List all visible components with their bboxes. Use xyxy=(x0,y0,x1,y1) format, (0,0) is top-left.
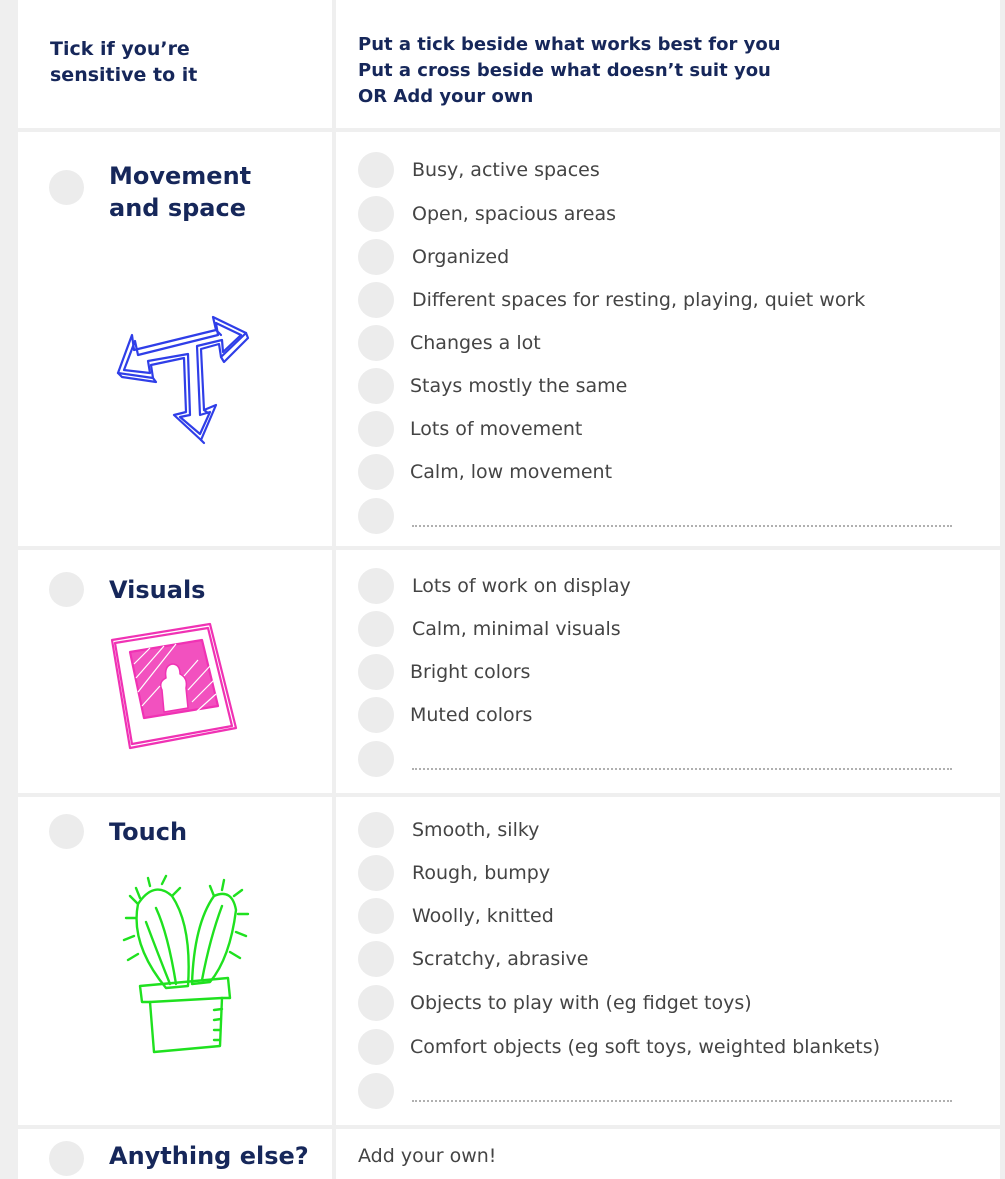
option-checkbox[interactable] xyxy=(358,239,394,275)
option-label: Busy, active spaces xyxy=(412,159,600,181)
column-divider xyxy=(332,0,336,1179)
option-label: Different spaces for resting, playing, q… xyxy=(412,289,866,311)
list-item: Calm, low movement xyxy=(358,454,988,490)
movement-title-line: and space xyxy=(109,194,246,222)
option-checkbox[interactable] xyxy=(358,411,394,447)
list-item: Different spaces for resting, playing, q… xyxy=(358,282,988,318)
header-left-line: sensitive to it xyxy=(50,64,198,86)
list-item: Lots of movement xyxy=(358,411,988,447)
option-label: Bright colors xyxy=(410,661,531,683)
row-divider xyxy=(18,793,1000,797)
list-item xyxy=(358,741,988,777)
option-checkbox[interactable] xyxy=(358,741,394,777)
list-item: Organized xyxy=(358,239,988,275)
option-checkbox[interactable] xyxy=(358,985,394,1021)
movement-title-line: Movement xyxy=(109,162,252,190)
option-label: Objects to play with (eg fidget toys) xyxy=(410,992,752,1014)
row-divider xyxy=(18,128,1000,132)
list-item: Objects to play with (eg fidget toys) xyxy=(358,985,988,1021)
option-checkbox[interactable] xyxy=(358,325,394,361)
list-item: Bright colors xyxy=(358,654,988,690)
instruction-cross: Put a cross beside what doesn’t suit you xyxy=(358,60,771,81)
option-label: Scratchy, abrasive xyxy=(412,948,589,970)
option-label: Smooth, silky xyxy=(412,819,540,841)
option-label: Changes a lot xyxy=(410,332,541,354)
write-in-line[interactable] xyxy=(412,768,952,770)
option-checkbox[interactable] xyxy=(358,697,394,733)
touch-title: Touch xyxy=(109,818,188,846)
list-item: Woolly, knitted xyxy=(358,898,988,934)
option-label: Organized xyxy=(412,246,510,268)
movement-sensitive-checkbox[interactable] xyxy=(49,170,84,205)
visuals-title: Visuals xyxy=(109,576,206,604)
option-checkbox[interactable] xyxy=(358,454,394,490)
option-checkbox[interactable] xyxy=(358,282,394,318)
row-divider xyxy=(18,546,1000,550)
option-checkbox[interactable] xyxy=(358,611,394,647)
movement-title: Movement and space xyxy=(109,160,251,224)
add-own-label: Add your own xyxy=(393,86,534,107)
row-divider xyxy=(18,1125,1000,1129)
option-label: Calm, minimal visuals xyxy=(412,618,621,640)
list-item xyxy=(358,498,988,534)
list-item: Stays mostly the same xyxy=(358,368,988,404)
list-item: Busy, active spaces xyxy=(358,152,988,188)
anything-else-title: Anything else? xyxy=(109,1142,309,1170)
list-item: Lots of work on display xyxy=(358,568,988,604)
option-label: Lots of movement xyxy=(410,418,583,440)
option-label: Lots of work on display xyxy=(412,575,631,597)
option-checkbox[interactable] xyxy=(358,654,394,690)
list-item: Comfort objects (eg soft toys, weighted … xyxy=(358,1029,988,1065)
write-in-line[interactable] xyxy=(412,525,952,527)
anything-else-checkbox[interactable] xyxy=(49,1141,84,1176)
option-checkbox[interactable] xyxy=(358,812,394,848)
list-item: Calm, minimal visuals xyxy=(358,611,988,647)
write-in-line[interactable] xyxy=(412,1100,952,1102)
instruction-tick: Put a tick beside what works best for yo… xyxy=(358,34,781,55)
list-item: Rough, bumpy xyxy=(358,855,988,891)
header-instructions: Put a tick beside what works best for yo… xyxy=(358,32,781,110)
option-label: Woolly, knitted xyxy=(412,905,554,927)
or-label: OR xyxy=(358,86,388,107)
crossroad-arrows-icon xyxy=(116,315,250,445)
list-item: Muted colors xyxy=(358,697,988,733)
option-checkbox[interactable] xyxy=(358,941,394,977)
option-label: Comfort objects (eg soft toys, weighted … xyxy=(410,1036,881,1058)
option-checkbox[interactable] xyxy=(358,1073,394,1109)
option-checkbox[interactable] xyxy=(358,898,394,934)
list-item: Smooth, silky xyxy=(358,812,988,848)
touch-sensitive-checkbox[interactable] xyxy=(49,814,84,849)
option-label: Open, spacious areas xyxy=(412,203,617,225)
cactus-icon xyxy=(122,874,250,1054)
header-left-line: Tick if you’re xyxy=(50,38,190,60)
option-label: Muted colors xyxy=(410,704,533,726)
option-label: Rough, bumpy xyxy=(412,862,551,884)
option-checkbox[interactable] xyxy=(358,855,394,891)
header-left: Tick if you’re sensitive to it xyxy=(50,36,197,88)
list-item: Scratchy, abrasive xyxy=(358,941,988,977)
option-label: Stays mostly the same xyxy=(410,375,628,397)
option-checkbox[interactable] xyxy=(358,152,394,188)
option-checkbox[interactable] xyxy=(358,368,394,404)
sensory-preferences-sheet: Tick if you’re sensitive to it Put a tic… xyxy=(18,0,1000,1179)
instruction-add-own: OR Add your own xyxy=(358,84,781,110)
add-your-own-prompt[interactable]: Add your own! xyxy=(358,1144,496,1168)
option-checkbox[interactable] xyxy=(358,1029,394,1065)
option-checkbox[interactable] xyxy=(358,498,394,534)
visuals-sensitive-checkbox[interactable] xyxy=(49,572,84,607)
option-label: Calm, low movement xyxy=(410,461,613,483)
picture-frame-icon xyxy=(110,622,238,750)
list-item: Open, spacious areas xyxy=(358,196,988,232)
list-item xyxy=(358,1073,988,1109)
list-item: Changes a lot xyxy=(358,325,988,361)
option-checkbox[interactable] xyxy=(358,196,394,232)
option-checkbox[interactable] xyxy=(358,568,394,604)
